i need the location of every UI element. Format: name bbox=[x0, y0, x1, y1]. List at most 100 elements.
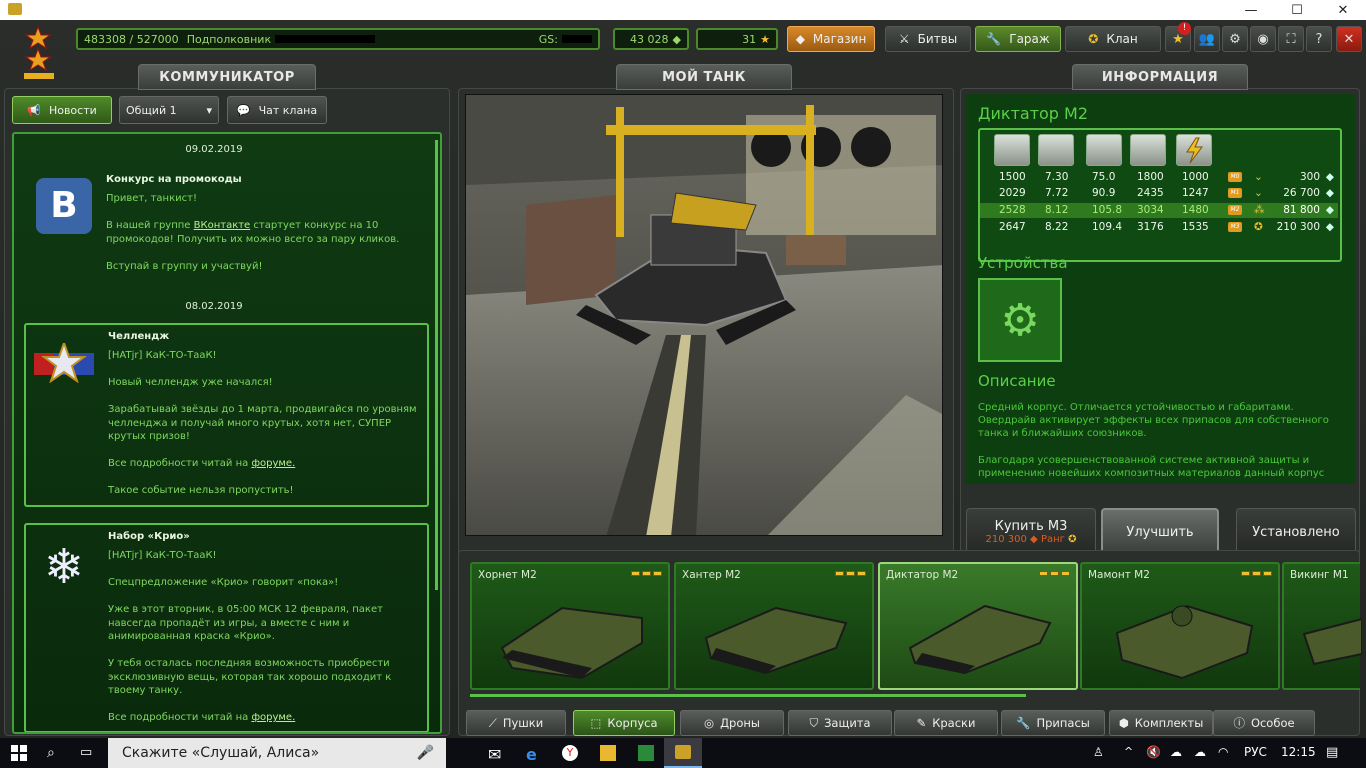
hull-card-selected[interactable]: Диктатор М2 bbox=[878, 562, 1078, 690]
category-guns[interactable]: ⟋ Пушки bbox=[466, 710, 566, 736]
news-text: В нашей группе ВКонтакте стартует конкур… bbox=[106, 220, 400, 245]
maximize-button[interactable]: ☐ bbox=[1274, 0, 1320, 20]
installed-button[interactable]: Установлено bbox=[1236, 508, 1356, 556]
microphone-icon[interactable]: 🎤 bbox=[417, 745, 434, 761]
news-text: Спецпредложение «Крио» говорит «пока»! bbox=[108, 577, 339, 588]
speed-icon bbox=[1038, 134, 1074, 166]
app-icon bbox=[8, 3, 22, 15]
speaker-icon: ◉ bbox=[1257, 31, 1269, 47]
category-hulls[interactable]: ⬚ Корпуса bbox=[573, 710, 675, 736]
category-kits[interactable]: ⬢ Комплекты bbox=[1109, 710, 1213, 736]
vk-link[interactable]: ВКонтакте bbox=[194, 220, 251, 231]
fullscreen-icon: ⛶ bbox=[1286, 31, 1296, 47]
mk-badge: M2 bbox=[1228, 205, 1242, 215]
close-icon: ✕ bbox=[1343, 31, 1355, 47]
hulls-scrollbar[interactable] bbox=[470, 694, 1026, 697]
language-indicator[interactable]: РУС bbox=[1244, 745, 1267, 759]
hull-card[interactable]: Викинг М1 bbox=[1282, 562, 1362, 690]
category-supplies[interactable]: 🔧 Припасы bbox=[1001, 710, 1105, 736]
snowflake-icon: ❄ bbox=[43, 539, 85, 595]
mk-badge: M3 bbox=[1228, 222, 1242, 232]
hull-image bbox=[1302, 617, 1362, 666]
forum-link[interactable]: форуме. bbox=[251, 712, 295, 723]
rank-icon: ⌄ bbox=[1254, 171, 1263, 183]
search-box[interactable]: Скажите «Слушай, Алиса» 🎤 bbox=[108, 738, 446, 768]
minimize-button[interactable]: — bbox=[1228, 0, 1274, 20]
brush-icon: ✎ bbox=[916, 716, 927, 730]
gear-icon: ⚙ bbox=[1229, 31, 1241, 47]
search-icon[interactable]: ⌕ bbox=[47, 745, 63, 761]
category-drones[interactable]: ◎ Дроны bbox=[680, 710, 784, 736]
game-icon bbox=[675, 745, 691, 759]
news-text: Такое событие нельзя пропустить! bbox=[108, 485, 294, 496]
medal-icon: ✪ bbox=[1088, 32, 1099, 46]
crossed-swords-icon: ⚔ bbox=[898, 32, 910, 46]
clock[interactable]: 12:15 bbox=[1281, 745, 1316, 759]
news-title: Конкурс на промокоды bbox=[106, 174, 242, 185]
windows-start-icon[interactable] bbox=[11, 745, 27, 761]
people-icon[interactable]: ♙ bbox=[1093, 745, 1109, 761]
onedrive-icon[interactable]: ☁ bbox=[1194, 745, 1210, 761]
news-scrollbar[interactable] bbox=[435, 140, 438, 590]
clan-chat-tab[interactable]: 💬 Чат клана bbox=[227, 96, 327, 124]
device-gear-icon: ⚙ bbox=[1000, 294, 1040, 346]
shop-button[interactable]: ◆ Магазин bbox=[787, 26, 875, 52]
diamond-icon: ◆ bbox=[795, 32, 805, 46]
action-center-icon[interactable]: ▤ bbox=[1326, 745, 1342, 761]
friends-button[interactable]: 👥 bbox=[1194, 26, 1220, 52]
hull-card[interactable]: Хантер М2 bbox=[674, 562, 874, 690]
category-protection[interactable]: ⛉ Защита bbox=[788, 710, 892, 736]
buy-m3-button[interactable]: Купить М3 210 300 ◆ Ранг ✪ bbox=[966, 508, 1096, 556]
power-icon bbox=[1176, 134, 1212, 166]
folder-icon[interactable] bbox=[600, 745, 616, 761]
clan-button[interactable]: ✪ Клан bbox=[1065, 26, 1161, 52]
category-paints[interactable]: ✎ Краски bbox=[894, 710, 998, 736]
network-icon[interactable]: ☁ bbox=[1170, 745, 1186, 761]
news-item: ❄ Набор «Крио» [HATjr] КаК-ТО-ТааК! Спец… bbox=[24, 523, 429, 732]
task-view-icon[interactable]: ▭ bbox=[80, 745, 96, 761]
yandex-browser-icon[interactable]: Y bbox=[562, 745, 578, 761]
rank-icon: ✪ bbox=[1068, 534, 1077, 545]
game-window: 483308 / 527000 Подполковник GS: 43 028 ◆… bbox=[0, 20, 1366, 738]
communicator-header: КОММУНИКАТОР bbox=[138, 64, 316, 90]
hull-name: Диктатор М2 bbox=[978, 104, 1089, 123]
settings-button[interactable]: ⚙ bbox=[1222, 26, 1248, 52]
my-tank-header: МОЙ ТАНК bbox=[616, 64, 792, 90]
redacted-gs bbox=[562, 35, 592, 43]
wifi-icon[interactable]: ◠ bbox=[1218, 745, 1234, 761]
redacted-nickname bbox=[275, 35, 376, 43]
channel-select[interactable]: Общий 1 ▾ bbox=[119, 96, 219, 124]
help-button[interactable]: ? bbox=[1306, 26, 1332, 52]
app-icon[interactable] bbox=[638, 745, 654, 761]
crystal-icon: ◆ bbox=[672, 32, 681, 46]
edge-icon[interactable]: e bbox=[526, 745, 542, 764]
chevron-down-icon: ▾ bbox=[206, 103, 212, 117]
chevron-up-icon[interactable]: ^ bbox=[1124, 745, 1140, 761]
mk-badge: M0 bbox=[1228, 172, 1242, 182]
fullscreen-button[interactable]: ⛶ bbox=[1278, 26, 1304, 52]
hull-card[interactable]: Мамонт М2 bbox=[1080, 562, 1280, 690]
game-taskbar-button[interactable] bbox=[664, 738, 702, 768]
info-header: ИНФОРМАЦИЯ bbox=[1072, 64, 1248, 90]
garage-button[interactable]: 🔧 Гараж bbox=[975, 26, 1061, 52]
exit-button[interactable]: ✕ bbox=[1336, 26, 1362, 52]
crystal-icon: ◆ bbox=[1325, 204, 1334, 216]
rank-insignia-icon bbox=[24, 25, 56, 81]
forum-link[interactable]: форуме. bbox=[251, 458, 295, 469]
hull-card[interactable]: Хорнет М2 bbox=[470, 562, 670, 690]
speaker-muted-icon[interactable]: 🔇 bbox=[1146, 745, 1162, 761]
category-special[interactable]: ⓘ Особое bbox=[1213, 710, 1315, 736]
tank-preview[interactable] bbox=[465, 94, 943, 536]
stats-row-m2: 2528 8.12 105.8 3034 1480 M2 ⁂ 81 800 ◆ bbox=[980, 203, 1338, 218]
news-tab[interactable]: 📢 Новости bbox=[12, 96, 112, 124]
device-slot[interactable]: ⚙ bbox=[978, 278, 1062, 362]
sound-button[interactable]: ◉ bbox=[1250, 26, 1276, 52]
upgrade-button[interactable]: Улучшить bbox=[1101, 508, 1219, 556]
close-button[interactable]: ✕ bbox=[1320, 0, 1366, 20]
news-date: 08.02.2019 bbox=[185, 301, 243, 312]
stats-row-m3: 2647 8.22 109.4 3176 1535 M3 ✪ 210 300 ◆ bbox=[999, 221, 1334, 233]
hull-icon: ⬚ bbox=[590, 716, 602, 730]
mail-icon[interactable]: ✉ bbox=[488, 745, 504, 764]
crystal-icon: ◆ bbox=[1325, 171, 1334, 183]
battles-button[interactable]: ⚔ Битвы bbox=[885, 26, 971, 52]
